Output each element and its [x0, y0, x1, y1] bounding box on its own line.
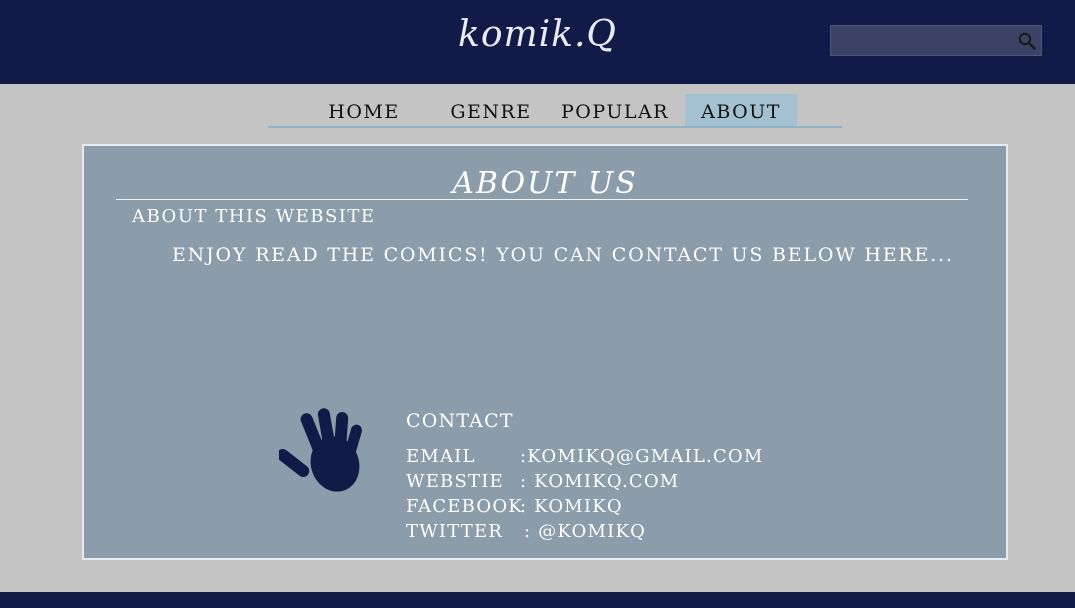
contact-facebook: FACEBOOK : KOMIKQ — [406, 496, 622, 521]
twitter-value[interactable]: : @KOMIKQ — [524, 521, 646, 542]
contact-label: FACEBOOK — [406, 496, 523, 517]
facebook-value[interactable]: : KOMIKQ — [520, 496, 623, 517]
nav-about[interactable]: ABOUT — [685, 94, 797, 126]
about-panel: ABOUT US ABOUT THIS WEBSITE ENJOY READ T… — [82, 144, 1008, 560]
contact-email: EMAIL :KOMIKQ@GMAIL.COM — [406, 446, 762, 471]
email-value[interactable]: :KOMIKQ@GMAIL.COM — [520, 446, 763, 467]
nav-home[interactable]: HOME — [318, 94, 410, 126]
nav-genre[interactable]: GENRE — [448, 94, 534, 126]
contact-website: WEBSTIE : KOMIKQ.COM — [406, 471, 678, 496]
site-footer — [0, 592, 1075, 608]
contact-label: EMAIL — [406, 446, 476, 467]
intro-text: ENJOY READ THE COMICS! YOU CAN CONTACT U… — [172, 244, 954, 266]
main-nav: HOME GENRE POPULAR ABOUT — [268, 94, 842, 128]
contact-label: TWITTER — [406, 521, 504, 542]
contact-label: WEBSTIE — [406, 471, 504, 492]
website-value[interactable]: : KOMIKQ.COM — [520, 471, 679, 492]
page-title: ABOUT US — [452, 166, 638, 201]
title-divider — [116, 199, 968, 200]
hand-icon — [279, 408, 362, 492]
search-box[interactable] — [830, 25, 1042, 56]
section-subtitle: ABOUT THIS WEBSITE — [132, 206, 376, 227]
search-icon[interactable] — [1017, 31, 1037, 51]
contact-heading: CONTACT — [406, 410, 514, 432]
contact-twitter: TWITTER : @KOMIKQ — [406, 521, 645, 546]
nav-popular[interactable]: POPULAR — [560, 94, 670, 126]
site-header: komik.Q — [0, 0, 1075, 84]
search-input[interactable] — [831, 26, 1011, 55]
